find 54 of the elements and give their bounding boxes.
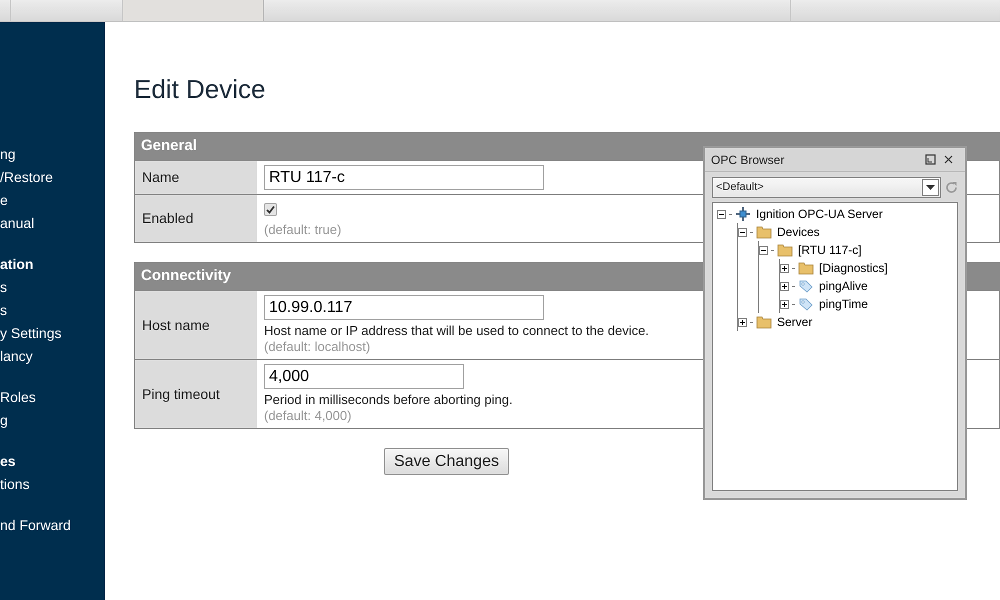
checkmark-icon — [266, 205, 275, 214]
page-title: Edit Device — [134, 73, 266, 105]
field-label: Ping timeout — [142, 384, 220, 404]
default-value: (default: localhost) — [264, 339, 370, 355]
sidebar-item[interactable]: s — [0, 299, 105, 322]
folder-icon — [798, 261, 814, 275]
default-value: (default: true) — [264, 222, 342, 238]
tree-item[interactable]: Server — [777, 313, 812, 331]
field-description: Host name or IP address that will be used to connect to the device. — [264, 323, 649, 339]
text-field[interactable]: 10.99.0.117 — [264, 295, 544, 320]
sidebar-item[interactable]: lancy — [0, 345, 105, 368]
folder-icon — [777, 243, 793, 257]
field-description: Period in milliseconds before aborting ping. — [264, 392, 513, 408]
sidebar-item[interactable]: nd Forward — [0, 514, 105, 537]
tree-item[interactable]: [Diagnostics] — [819, 259, 888, 277]
collapse-toggle[interactable] — [717, 210, 726, 218]
text-field[interactable]: RTU 117-c — [264, 165, 544, 190]
sidebar-item[interactable]: y Settings — [0, 322, 105, 345]
folder-icon — [756, 315, 772, 329]
sidebar-item[interactable]: tions — [0, 473, 105, 496]
expand-toggle[interactable] — [780, 282, 789, 290]
tag-icon — [798, 297, 814, 311]
sidebar-item[interactable]: s — [0, 276, 105, 299]
expand-toggle[interactable] — [780, 300, 789, 308]
field-label: Name — [142, 168, 180, 187]
save-button[interactable]: Save Changes — [384, 448, 509, 475]
caret-icon — [926, 185, 935, 190]
sidebar-item[interactable]: g — [0, 409, 105, 432]
tree-item[interactable]: pingTime — [819, 295, 868, 313]
sidebar-item[interactable]: /Restore — [0, 166, 105, 189]
checkbox[interactable] — [264, 203, 277, 216]
collapse-toggle[interactable] — [759, 246, 768, 254]
sidebar-header: es — [0, 452, 17, 471]
sidebar-item[interactable]: ng — [0, 143, 105, 166]
field-label: Host name — [142, 316, 210, 334]
network-icon — [735, 206, 751, 222]
folder-icon — [756, 225, 772, 239]
collapse-toggle[interactable] — [738, 228, 747, 236]
tree-item[interactable]: Devices — [777, 223, 820, 241]
sidebar-item[interactable]: e — [0, 189, 105, 212]
field-label: Enabled — [142, 209, 194, 228]
tree-item[interactable]: Ignition OPC-UA Server — [756, 205, 883, 223]
tag-icon — [798, 279, 814, 293]
sidebar-item[interactable]: anual — [0, 212, 105, 235]
sidebar-header: ation — [0, 255, 34, 274]
tree-item[interactable]: [RTU 117-c] — [798, 241, 862, 259]
server-dropdown[interactable]: <Default> — [712, 177, 941, 198]
expand-toggle[interactable] — [780, 264, 789, 272]
restore-icon[interactable] — [925, 154, 936, 165]
close-icon[interactable] — [944, 155, 953, 164]
text-field[interactable]: 4,000 — [264, 364, 464, 389]
default-value: (default: 4,000) — [264, 408, 352, 424]
sidebar-item[interactable]: Roles — [0, 386, 105, 409]
expand-toggle[interactable] — [738, 318, 747, 326]
